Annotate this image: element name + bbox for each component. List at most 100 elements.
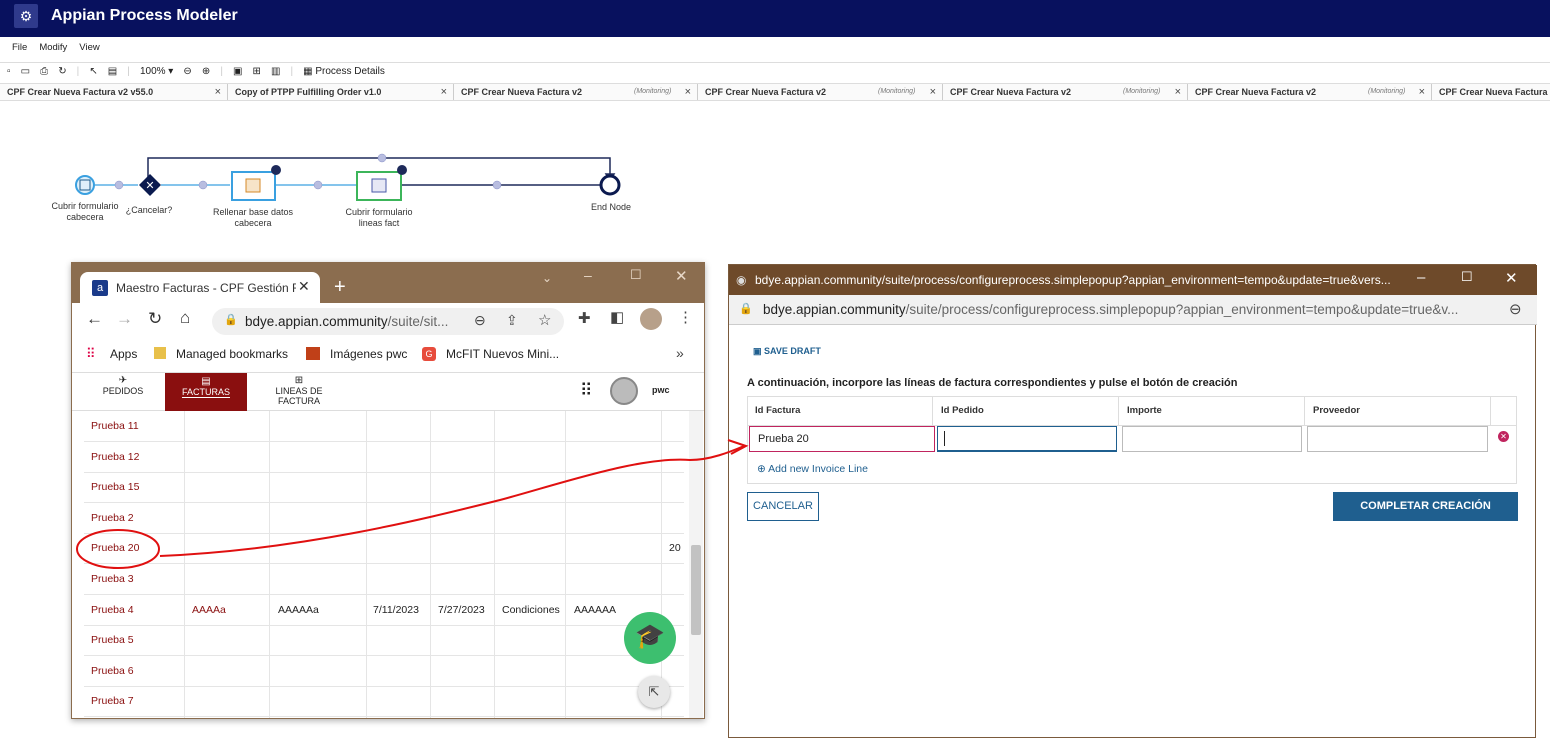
table-row[interactable]: Prueba 11	[84, 411, 684, 442]
document-tab[interactable]: CPF Crear Nueva Factura v2 (Monitoring) ×	[698, 84, 943, 100]
invoice-id-link[interactable]: Prueba 15	[91, 481, 139, 493]
maximize-icon[interactable]: ☐	[1461, 269, 1473, 285]
table-row[interactable]: Prueba 2	[84, 503, 684, 534]
minimize-icon[interactable]: –	[1417, 269, 1425, 286]
chart-icon[interactable]: ▥	[271, 63, 280, 81]
menu-modify[interactable]: Modify	[39, 40, 67, 56]
close-icon[interactable]: ×	[930, 84, 936, 100]
pointer-icon[interactable]: ↖	[89, 63, 97, 81]
print-icon[interactable]: ⎙	[40, 63, 48, 81]
zoom-select[interactable]: 100% ▾	[140, 63, 173, 81]
zoom-icon[interactable]: ⊖	[474, 312, 486, 329]
scrollbar[interactable]	[689, 411, 703, 718]
maximize-icon[interactable]: ☐	[630, 267, 642, 283]
refresh-icon[interactable]: ↻	[58, 63, 66, 81]
proveedor-field[interactable]	[1307, 426, 1488, 452]
process-details-button[interactable]: ▦ Process Details	[303, 63, 385, 81]
bookmarks-more-icon[interactable]: »	[676, 345, 684, 361]
close-icon[interactable]: ×	[1419, 84, 1425, 100]
open-icon[interactable]: ▭	[21, 63, 30, 81]
new-icon[interactable]: ▫	[7, 63, 11, 81]
toolbar-divider: |	[290, 66, 294, 77]
bookmark-managed[interactable]: Managed bookmarks	[176, 347, 288, 361]
zoom-in-icon[interactable]: ⊕	[202, 63, 210, 81]
annotation-icon[interactable]: ▣	[233, 63, 242, 81]
add-invoice-line-link[interactable]: ⊕ Add new Invoice Line	[757, 463, 868, 475]
invoice-id-link[interactable]: Prueba 4	[91, 604, 134, 616]
close-window-icon[interactable]: ✕	[675, 267, 688, 285]
zoom-out-icon[interactable]: ⊖	[183, 63, 191, 81]
home-icon[interactable]: ⌂	[180, 308, 190, 328]
cancel-button[interactable]: CANCELAR	[747, 492, 819, 521]
grid-icon[interactable]: ▤	[108, 63, 117, 81]
id-pedido-field[interactable]	[937, 426, 1117, 452]
app-grid-icon[interactable]: ⠿	[580, 381, 592, 401]
profile-avatar[interactable]	[640, 308, 662, 330]
invoice-id-link[interactable]: Prueba 12	[91, 451, 139, 463]
more-icon[interactable]: ⋮	[678, 308, 693, 326]
minimize-icon[interactable]: –	[584, 267, 592, 283]
close-icon[interactable]: ×	[1175, 84, 1181, 100]
document-tab[interactable]: CPF Crear Nueva Factura v2 (Monitoring) ×	[943, 84, 1188, 100]
document-tab[interactable]: CPF Crear Nueva Factura v2 (Monitoring) ×	[1188, 84, 1432, 100]
invoice-id-link[interactable]: Prueba 20	[91, 542, 139, 554]
table-row[interactable]: Prueba 12	[84, 442, 684, 473]
swimlane-icon[interactable]: ⊞	[253, 63, 261, 81]
save-draft-button[interactable]: ▣ SAVE DRAFT	[753, 346, 821, 357]
nav-lineas[interactable]: ⊞ LINEAS DE FACTURA	[254, 375, 344, 409]
table-row[interactable]: Prueba 6	[84, 656, 684, 687]
reload-icon[interactable]: ↻	[148, 309, 162, 329]
table-row[interactable]: Prueba 5	[84, 625, 684, 657]
connector-icon	[492, 180, 502, 190]
learn-fab-icon[interactable]: 🎓	[624, 612, 676, 664]
zoom-icon[interactable]: ⊖	[1509, 300, 1522, 318]
cursor-tool-icon[interactable]: ⇱	[638, 676, 670, 708]
document-tab[interactable]: CPF Crear Nueva Factura	[1432, 84, 1550, 100]
document-tab[interactable]: CPF Crear Nueva Factura v2 v55.0 ×	[0, 84, 228, 100]
nav-facturas[interactable]: ▤ FACTURAS	[165, 373, 247, 411]
bookmark-apps[interactable]: Apps	[110, 347, 137, 361]
menu-file[interactable]: File	[12, 40, 27, 56]
invoice-id-link[interactable]: Prueba 11	[91, 420, 139, 432]
invoice-id-link[interactable]: Prueba 5	[91, 634, 134, 646]
back-icon[interactable]: ←	[86, 309, 103, 329]
complete-invoice-button[interactable]: COMPLETAR CREACIÓN FACTURA	[1333, 492, 1518, 541]
bookmark-imagenes[interactable]: Imágenes pwc	[330, 347, 407, 361]
table-row[interactable]: Prueba 20 20	[84, 533, 684, 565]
extensions-icon[interactable]: ✚	[578, 309, 591, 327]
share-icon[interactable]: ⇪	[506, 312, 518, 329]
user-avatar[interactable]	[610, 377, 638, 405]
remove-row-icon[interactable]: ✕	[1498, 431, 1509, 442]
nav-pedidos[interactable]: ✈ PEDIDOS	[92, 375, 154, 409]
start-node[interactable]	[75, 175, 95, 195]
popup-address-bar[interactable]: 🔒 bdye.appian.community/suite/process/co…	[729, 295, 1537, 325]
id-factura-field[interactable]: Prueba 20	[749, 426, 935, 452]
node-label: Cubrir formulario lineas fact	[345, 207, 413, 228]
forward-icon[interactable]: →	[116, 309, 133, 329]
new-tab-icon[interactable]: +	[334, 276, 346, 299]
invoice-id-link[interactable]: Prueba 6	[91, 665, 134, 677]
end-node[interactable]	[599, 174, 621, 196]
close-tab-icon[interactable]: ✕	[298, 278, 310, 295]
menu-view[interactable]: View	[79, 40, 99, 56]
invoice-id-link[interactable]: Prueba 2	[91, 512, 134, 524]
bookmark-mcfit[interactable]: McFIT Nuevos Mini...	[446, 347, 559, 361]
invoice-id-link[interactable]: Prueba 3	[91, 573, 134, 585]
side-panel-icon[interactable]: ◧	[610, 308, 624, 326]
close-icon[interactable]: ×	[685, 84, 691, 100]
tab-search-icon[interactable]: ⌄	[542, 271, 552, 285]
document-tab[interactable]: CPF Crear Nueva Factura v2 (Monitoring) ×	[454, 84, 698, 100]
table-row[interactable]: Prueba 3	[84, 564, 684, 595]
close-icon[interactable]: ×	[215, 84, 221, 100]
table-row[interactable]: Prueba 7	[84, 686, 684, 718]
invoice-id-link[interactable]: Prueba 7	[91, 695, 134, 707]
address-bar[interactable]: 🔒 bdye.appian.community/suite/sit... ⊖ ⇪…	[212, 308, 564, 335]
document-tab[interactable]: Copy of PTPP Fulfilling Order v1.0 ×	[228, 84, 454, 100]
table-row[interactable]: Prueba 15	[84, 472, 684, 504]
table-row[interactable]: Prueba 4 AAAAa AAAAAa 7/11/2023 7/27/2023 Con…	[84, 595, 684, 626]
importe-field[interactable]	[1122, 426, 1302, 452]
close-icon[interactable]: ×	[441, 84, 447, 100]
browser-tab[interactable]: a Maestro Facturas - CPF Gestión F ✕	[80, 272, 320, 303]
star-icon[interactable]: ☆	[538, 311, 551, 329]
close-window-icon[interactable]: ✕	[1505, 269, 1518, 287]
